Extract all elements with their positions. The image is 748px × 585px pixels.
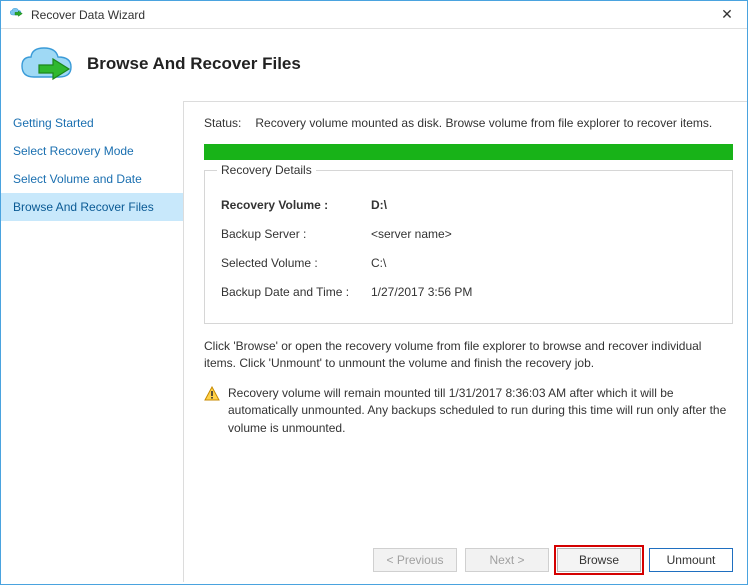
recovery-volume-value: D:\ xyxy=(371,198,387,212)
backup-server-value: <server name> xyxy=(371,227,452,241)
app-icon xyxy=(9,7,25,23)
previous-button: < Previous xyxy=(373,548,457,572)
recovery-details-legend: Recovery Details xyxy=(217,163,316,177)
sidebar-item-select-volume-and-date[interactable]: Select Volume and Date xyxy=(1,165,183,193)
recovery-volume-label: Recovery Volume : xyxy=(221,198,371,212)
sidebar-item-select-recovery-mode[interactable]: Select Recovery Mode xyxy=(1,137,183,165)
browse-button[interactable]: Browse xyxy=(557,548,641,572)
unmount-button[interactable]: Unmount xyxy=(649,548,733,572)
status-label: Status: xyxy=(204,116,241,130)
row-backup-datetime: Backup Date and Time : 1/27/2017 3:56 PM xyxy=(217,280,720,309)
warning-row: Recovery volume will remain mounted till… xyxy=(204,385,733,437)
warning-text: Recovery volume will remain mounted till… xyxy=(228,385,733,437)
row-selected-volume: Selected Volume : C:\ xyxy=(217,251,720,280)
warning-icon xyxy=(204,386,220,402)
status-row: Status: Recovery volume mounted as disk.… xyxy=(204,116,733,130)
main-panel: Status: Recovery volume mounted as disk.… xyxy=(183,101,747,582)
page-title: Browse And Recover Files xyxy=(87,54,301,74)
page-header: Browse And Recover Files xyxy=(1,29,747,101)
sidebar-item-getting-started[interactable]: Getting Started xyxy=(1,109,183,137)
status-value: Recovery volume mounted as disk. Browse … xyxy=(255,116,712,130)
recovery-details-group: Recovery Details Recovery Volume : D:\ B… xyxy=(204,170,733,324)
button-row: < Previous Next > Browse Unmount xyxy=(204,528,733,572)
backup-datetime-value: 1/27/2017 3:56 PM xyxy=(371,285,472,299)
selected-volume-label: Selected Volume : xyxy=(221,256,371,270)
backup-datetime-label: Backup Date and Time : xyxy=(221,285,371,299)
sidebar-item-browse-and-recover-files[interactable]: Browse And Recover Files xyxy=(1,193,183,221)
close-icon[interactable]: ✕ xyxy=(715,3,739,27)
row-recovery-volume: Recovery Volume : D:\ xyxy=(217,193,720,222)
title-bar: Recover Data Wizard ✕ xyxy=(1,1,747,29)
window-title: Recover Data Wizard xyxy=(31,8,715,22)
wizard-steps-sidebar: Getting Started Select Recovery Mode Sel… xyxy=(1,101,183,582)
cloud-recover-icon xyxy=(19,43,75,85)
row-backup-server: Backup Server : <server name> xyxy=(217,222,720,251)
progress-bar xyxy=(204,144,733,160)
backup-server-label: Backup Server : xyxy=(221,227,371,241)
selected-volume-value: C:\ xyxy=(371,256,386,270)
instructions-text: Click 'Browse' or open the recovery volu… xyxy=(204,338,733,373)
next-button: Next > xyxy=(465,548,549,572)
